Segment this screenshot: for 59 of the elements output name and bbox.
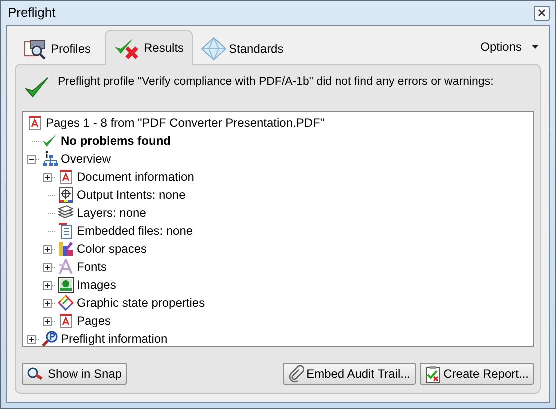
report-button[interactable]: Create Report... bbox=[420, 363, 534, 385]
close-icon bbox=[538, 9, 546, 17]
embed-button[interactable]: Embed Audit Trail... bbox=[282, 363, 416, 385]
image-icon bbox=[58, 277, 74, 293]
palette-icon bbox=[58, 241, 74, 257]
tree-item[interactable]: Layers: none bbox=[77, 204, 146, 222]
plus-icon bbox=[45, 174, 50, 180]
plus-icon bbox=[45, 246, 50, 252]
tree-item[interactable]: Embedded files: none bbox=[77, 222, 194, 240]
window-title: Preflight bbox=[7, 4, 56, 22]
minus-icon bbox=[29, 156, 34, 162]
tree-item[interactable]: Images bbox=[77, 276, 116, 294]
pdf-file-icon bbox=[27, 115, 43, 131]
tab[interactable]: Results bbox=[105, 30, 194, 65]
crosshair-icon bbox=[58, 187, 74, 203]
caret-icon bbox=[532, 45, 539, 49]
plus-icon bbox=[45, 300, 50, 306]
plus-icon bbox=[29, 336, 34, 342]
tree-item[interactable]: Overview bbox=[61, 150, 112, 168]
expander[interactable] bbox=[43, 172, 52, 182]
expander[interactable] bbox=[43, 280, 52, 290]
plus-icon bbox=[45, 318, 50, 324]
options-menu[interactable]: Options bbox=[480, 38, 539, 56]
result-message: Preflight profile "Verify compliance with PDF/A-1b" did not find any errors or warnings: bbox=[58, 75, 494, 90]
plus-icon bbox=[45, 282, 50, 288]
show-in-snap-button[interactable]: Show in Snap bbox=[22, 363, 128, 385]
magnifier-icon bbox=[27, 367, 45, 381]
fonts-icon bbox=[58, 259, 74, 275]
tree-item[interactable]: Pages 1 - 8 from "PDF Converter Presentation.PDF" bbox=[46, 114, 325, 132]
tree-item[interactable]: Output Intents: none bbox=[77, 186, 186, 204]
file-icon bbox=[58, 223, 74, 239]
tree-item[interactable]: Document information bbox=[77, 168, 194, 186]
report-icon bbox=[424, 365, 441, 383]
tree-item[interactable]: Graphic state properties bbox=[77, 294, 206, 312]
pdf-file-icon bbox=[58, 313, 74, 329]
graphic-state-icon bbox=[58, 295, 74, 311]
hierarchy-icon bbox=[42, 151, 58, 167]
expander[interactable] bbox=[27, 154, 36, 164]
checkmark-icon bbox=[24, 76, 50, 100]
tree-item[interactable]: No problems found bbox=[61, 132, 171, 150]
expander[interactable] bbox=[27, 334, 36, 344]
tree-item[interactable]: Fonts bbox=[77, 258, 108, 276]
layers-icon bbox=[58, 205, 74, 221]
paperclip-icon bbox=[288, 365, 304, 383]
expander[interactable] bbox=[43, 298, 52, 308]
checkmark-icon bbox=[42, 133, 58, 149]
magnifier-icon bbox=[42, 331, 58, 347]
expander[interactable] bbox=[43, 316, 52, 326]
close-button[interactable] bbox=[534, 6, 550, 20]
pdf-file-icon bbox=[58, 169, 74, 185]
tree-item[interactable]: Pages bbox=[77, 312, 112, 330]
expander[interactable] bbox=[43, 244, 52, 254]
tree-item[interactable]: Preflight information bbox=[61, 330, 168, 348]
diamond-icon bbox=[201, 37, 228, 61]
tab[interactable]: Profiles bbox=[17, 34, 98, 64]
plus-icon bbox=[45, 264, 50, 270]
expander[interactable] bbox=[43, 262, 52, 272]
tab[interactable]: Standards bbox=[195, 34, 290, 64]
tree-item[interactable]: Color spaces bbox=[77, 240, 148, 258]
